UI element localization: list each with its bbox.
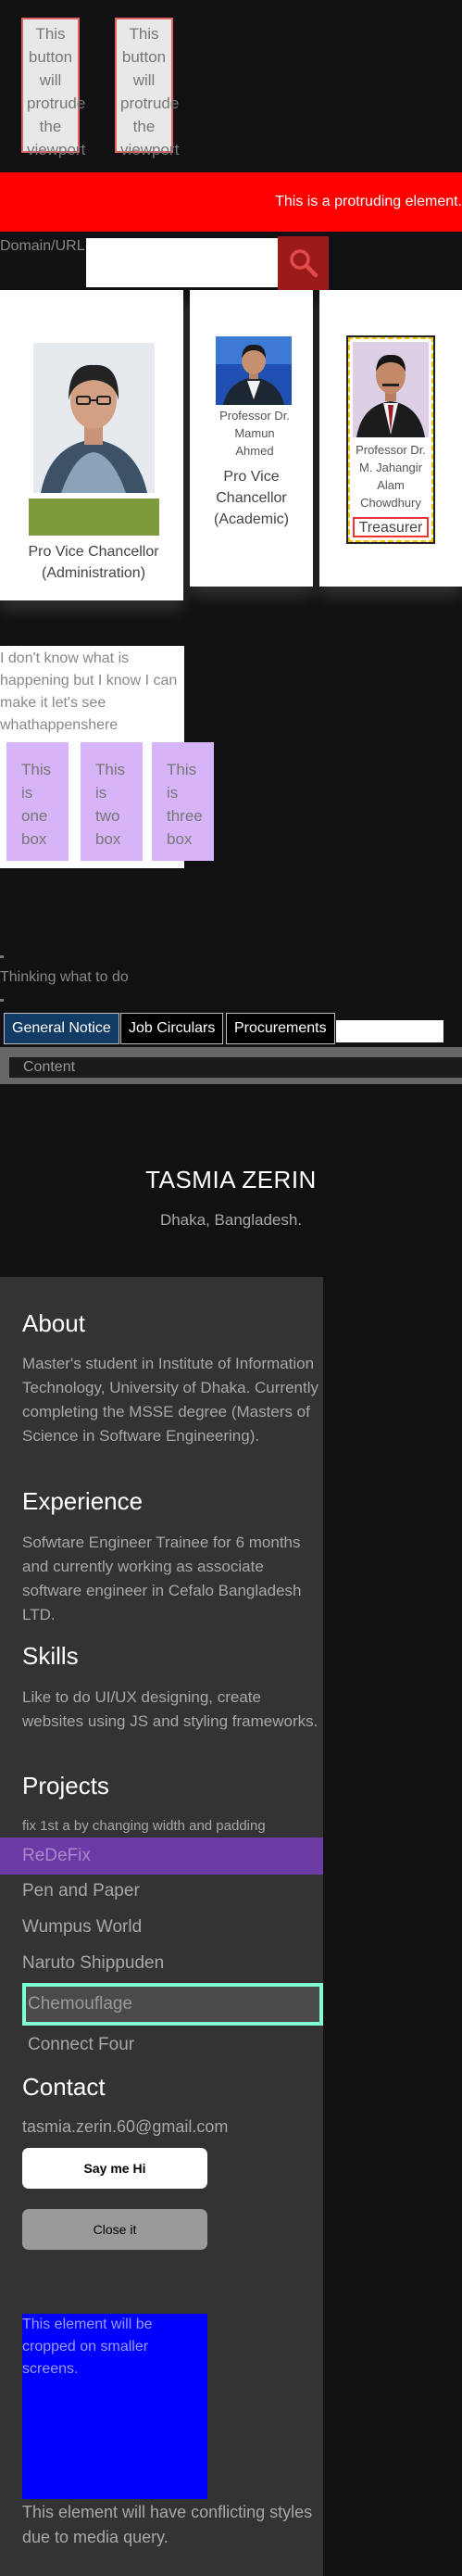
tab-general-notice[interactable]: General Notice [4,1013,119,1044]
bullet-dot-1 [0,955,4,958]
official-role-3: Treasurer [358,520,423,536]
about-text: Master's student in Institute of Informa… [22,1355,318,1445]
official-photo-2 [216,336,292,405]
search-button[interactable] [278,236,329,290]
tab-job-circulars[interactable]: Job Circulars [120,1013,224,1044]
say-hi-button[interactable]: Say me Hi [22,2148,207,2189]
official-role-3-box: Treasurer [353,517,429,537]
content-label: Content [9,1057,462,1078]
notice-tabs: General Notice Job Circulars Procurement… [0,1013,462,1047]
text-box-content: I don't know what is happening but I kno… [0,650,178,733]
conflicting-styles-note: This element will have conflicting style… [22,2503,313,2546]
project-link-wumpus-world[interactable]: Wumpus World [22,1917,142,1938]
thinking-text: Thinking what to do [0,969,129,985]
skills-text: Like to do UI/UX designing, create websi… [22,1688,318,1730]
tab-procurements[interactable]: Procurements [226,1013,335,1044]
project-link-redefix[interactable]: ReDeFix [0,1837,323,1875]
official-role-2: Pro Vice Chancellor (Academic) [214,469,289,527]
experience-text: Sofwtare Engineer Trainee for 6 months a… [22,1534,302,1623]
bullet-dot-2 [0,999,4,1002]
project-link-connect-four[interactable]: Connect Four [28,2035,134,2055]
official-card-3: Professor Dr. M. Jahangir Alam Chowdhury… [319,290,462,587]
official-name-2: Professor Dr. Mamun Ahmed [219,409,290,458]
official-frame-3: Professor Dr. M. Jahangir Alam Chowdhury… [346,335,435,544]
content-bar: Content [0,1047,462,1084]
contact-email[interactable]: tasmia.zerin.60@gmail.com [22,2117,228,2137]
domain-label: Domain/URL [0,238,85,254]
banner-text: This is a protruding element. [275,194,462,209]
official-card-1: Pro Vice Chancellor (Administration) [0,290,183,600]
profile-name: TASMIA ZERIN [145,1166,317,1193]
profile-location: Dhaka, Bangladesh. [159,1211,303,1229]
official-name-3: Professor Dr. M. Jahangir Alam Chowdhury [356,443,426,510]
official-photo-1 [33,343,155,493]
protrude-button-1[interactable]: This button will protrude the viewport [21,18,85,158]
project-link-chemouflage[interactable]: Chemouflage [22,1983,323,2026]
skills-heading: Skills [22,1642,79,1670]
box-one: This is one box [6,742,69,861]
close-button[interactable]: Close it [22,2209,207,2250]
official-badge-1 [29,499,159,536]
projects-note: fix 1st a by changing width and padding [22,1818,266,1834]
box-three: This is three box [152,742,214,861]
experience-heading: Experience [22,1487,144,1515]
search-icon [289,249,318,278]
project-link-naruto-shippuden[interactable]: Naruto Shippuden [22,1953,164,1974]
protruding-banner: This is a protruding element. [0,172,462,232]
tab-search-input[interactable] [336,1020,443,1042]
box-two: This is two box [81,742,143,861]
cropped-blue-box: This element will be cropped on smaller … [22,2314,207,2499]
contact-heading: Contact [22,2073,106,2101]
projects-heading: Projects [22,1772,109,1799]
official-card-2: Professor Dr. Mamun Ahmed Pro Vice Chanc… [190,290,313,587]
domain-url-input[interactable] [86,238,281,287]
project-link-pen-and-paper[interactable]: Pen and Paper [22,1881,140,1901]
official-role-1: Pro Vice Chancellor (Administration) [28,544,159,581]
official-photo-3 [353,342,429,437]
protrude-button-2[interactable]: This button will protrude the viewport [115,18,179,158]
officials-cards: Pro Vice Chancellor (Administration) Pro… [0,290,462,600]
about-heading: About [22,1309,85,1337]
